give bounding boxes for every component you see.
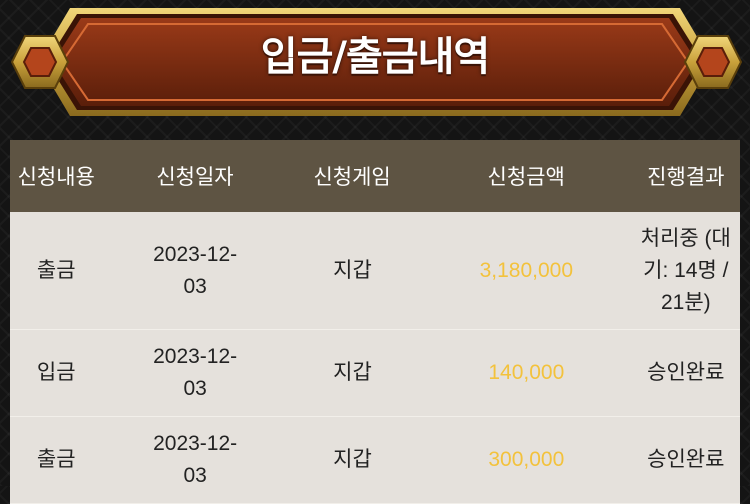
header-type: 신청내용 [17, 165, 95, 189]
cell-amount: 300,000 [488, 448, 565, 471]
cell-date: 2023-12-03 [153, 345, 238, 400]
cell-amount: 3,180,000 [479, 258, 574, 282]
table-row: 출금 2023-12-03 지갑 3,180,000 처리중 (대기: 14명 … [10, 212, 740, 330]
cell-date: 2023-12-03 [153, 432, 238, 487]
cell-game: 지갑 [333, 361, 372, 384]
header-date: 신청일자 [156, 165, 234, 189]
header-amount: 신청금액 [487, 165, 565, 189]
cell-status: 승인완료 [647, 361, 725, 384]
table-row: 입금 2023-12-03 지갑 140,000 승인완료 [10, 330, 740, 417]
table-header: 신청내용 신청일자 신청게임 신청금액 진행결과 [10, 140, 740, 212]
page-title: 입금/출금내역 [260, 34, 490, 80]
cell-amount: 140,000 [488, 361, 565, 384]
cell-type: 입금 [36, 361, 76, 384]
cell-status: 승인완료 [647, 448, 725, 471]
transaction-table: 신청내용 신청일자 신청게임 신청금액 진행결과 출금 2023-12-03 지… [10, 140, 740, 504]
cell-type: 출금 [36, 258, 76, 282]
cell-status: 처리중 (대기: 14명 / 21분) [640, 226, 731, 314]
header-status: 진행결과 [647, 165, 725, 189]
header-game: 신청게임 [313, 165, 391, 189]
cell-game: 지갑 [333, 258, 372, 282]
cell-date: 2023-12-03 [153, 242, 238, 298]
page-banner: 입금/출금내역 [0, 0, 750, 125]
cell-type: 출금 [36, 448, 76, 471]
cell-game: 지갑 [333, 448, 372, 471]
table-row: 출금 2023-12-03 지갑 300,000 승인완료 [10, 417, 740, 504]
